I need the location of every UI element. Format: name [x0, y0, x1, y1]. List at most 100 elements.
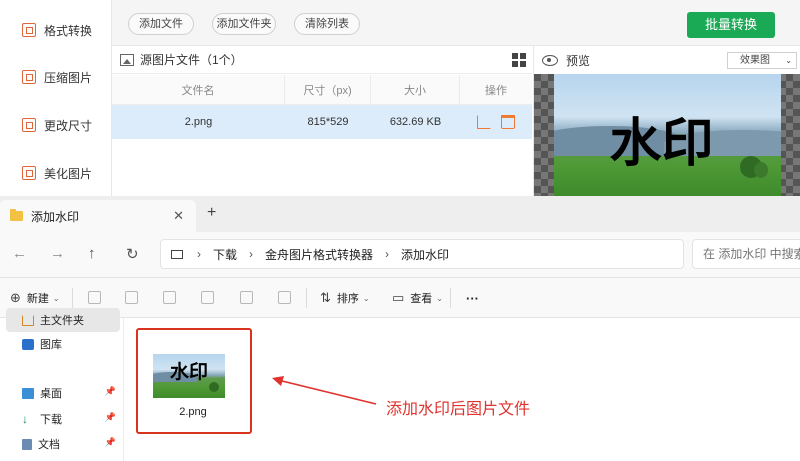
batch-convert-button[interactable]: 批量转换	[687, 12, 775, 38]
forward-arrow-icon[interactable]: →	[50, 245, 65, 262]
nav-item-label: 下载	[40, 414, 62, 426]
pin-icon[interactable]: 📌	[105, 386, 116, 397]
new-button[interactable]: ⊕ 新建 ⌄	[10, 290, 60, 306]
resize-icon	[22, 118, 36, 132]
eye-icon	[542, 54, 558, 66]
tab-title: 添加水印	[31, 209, 80, 224]
column-header-actions: 操作	[485, 84, 507, 97]
preview-mode-value: 效果图	[740, 55, 770, 66]
copy-icon[interactable]	[125, 291, 138, 304]
annotation-arrow	[272, 376, 377, 405]
breadcrumb-item[interactable]: 下载	[213, 246, 237, 263]
cut-icon[interactable]	[88, 291, 101, 304]
cell-dimensions: 815*529	[307, 116, 349, 128]
nav-item-gallery[interactable]: 图库	[6, 332, 120, 356]
preview-header: 预览 效果图 ⌄	[534, 46, 800, 74]
breadcrumb-item[interactable]: 添加水印	[401, 246, 449, 263]
grid-view-icon[interactable]	[512, 53, 526, 67]
address-bar-row: ← → ↑ ↻ › 下载 › 金舟图片格式转换器 › 添加水印 在 添加水印 中…	[0, 232, 800, 278]
chevron-down-icon: ⌄	[785, 56, 792, 65]
source-file-panel: 源图片文件（1个） 文件名 尺寸（px) 大小 操作 2.png 815*529…	[112, 46, 532, 196]
annotation-label: 添加水印后图片文件	[386, 401, 531, 418]
more-options-button[interactable]: ···	[466, 290, 479, 306]
sort-icon: ⇅	[320, 290, 331, 305]
plus-circle-icon: ⊕	[10, 290, 21, 305]
delete-icon[interactable]	[278, 291, 291, 304]
view-button-label: 查看	[410, 293, 433, 305]
image-converter-app: 格式转换 压缩图片 更改尺寸 美化图片 添加文件 添加文件夹 清除列表 批量转换…	[0, 0, 800, 196]
up-arrow-icon[interactable]: ↑	[88, 245, 96, 262]
sort-button-label: 排序	[336, 293, 359, 305]
trash-icon[interactable]	[501, 115, 515, 129]
preview-canvas: 水印	[534, 74, 800, 196]
nav-item-label: 主文件夹	[40, 315, 84, 327]
sidebar-item-beautify[interactable]: 美化图片	[0, 158, 112, 188]
file-explorer-window: 添加水印 ✕ + ← → ↑ ↻ › 下载 › 金舟图片格式转换器 › 添加水印…	[0, 196, 800, 461]
pin-icon[interactable]: 📌	[105, 412, 116, 423]
command-bar: ⊕ 新建 ⌄ ⇅ 排序 ⌄ ▭ 查看 ⌄ ···	[0, 278, 800, 318]
refresh-icon[interactable]: ↻	[126, 245, 139, 263]
add-folder-button[interactable]: 添加文件夹	[212, 13, 276, 35]
nav-item-label: 文档	[38, 439, 60, 451]
address-field[interactable]: › 下载 › 金舟图片格式转换器 › 添加水印	[160, 239, 684, 269]
rename-icon[interactable]	[201, 291, 214, 304]
chevron-right-icon: ›	[249, 247, 254, 261]
table-row[interactable]: 2.png 815*529 632.69 KB	[112, 105, 532, 139]
sidebar-item-resize[interactable]: 更改尺寸	[0, 110, 112, 140]
format-convert-icon	[22, 23, 36, 37]
file-item-highlight[interactable]: 水印 2.png	[136, 328, 252, 434]
view-icon: ▭	[392, 290, 405, 305]
view-button[interactable]: ▭ 查看 ⌄	[392, 290, 443, 306]
watermark-text: 水印	[609, 115, 714, 173]
sidebar-item-label: 美化图片	[44, 166, 93, 181]
breadcrumb-item[interactable]: 金舟图片格式转换器	[265, 246, 373, 263]
pin-icon[interactable]: 📌	[105, 437, 116, 448]
sidebar-item-compress[interactable]: 压缩图片	[0, 62, 112, 92]
clear-list-button[interactable]: 清除列表	[294, 13, 360, 35]
image-icon	[120, 53, 134, 66]
paste-icon[interactable]	[163, 291, 176, 304]
new-button-label: 新建	[26, 293, 49, 305]
open-external-icon[interactable]	[477, 115, 491, 129]
table-header: 文件名 尺寸（px) 大小 操作	[112, 75, 532, 105]
app-toolbar: 添加文件 添加文件夹 清除列表 批量转换	[112, 0, 800, 46]
add-file-button[interactable]: 添加文件	[128, 13, 194, 35]
preview-image: 水印	[554, 74, 781, 196]
column-header-size: 大小	[371, 75, 460, 104]
file-panel-header: 源图片文件（1个）	[112, 46, 532, 74]
preview-mode-select[interactable]: 效果图 ⌄	[727, 52, 797, 69]
chevron-down-icon: ⌄	[436, 293, 443, 303]
thumbnail-watermark: 水印	[169, 362, 208, 383]
nav-item-home[interactable]: 主文件夹	[6, 308, 120, 332]
sidebar-item-label: 格式转换	[44, 23, 93, 38]
download-icon: ↓	[22, 411, 28, 426]
chevron-right-icon: ›	[385, 247, 390, 261]
back-arrow-icon[interactable]: ←	[12, 245, 27, 262]
document-icon	[22, 438, 32, 450]
folder-icon	[10, 209, 23, 221]
nav-item-label: 图库	[40, 339, 62, 351]
sidebar-item-label: 更改尺寸	[44, 118, 93, 133]
nav-item-downloads[interactable]: ↓ 下载 📌	[6, 407, 120, 431]
computer-icon	[171, 249, 183, 259]
close-icon[interactable]: ✕	[173, 208, 184, 224]
preview-title: 预览	[566, 53, 591, 68]
sidebar-item-format-convert[interactable]: 格式转换	[0, 15, 112, 45]
beautify-icon	[22, 166, 36, 180]
tab-bar: 添加水印 ✕ +	[0, 196, 800, 232]
nav-item-label: 桌面	[40, 388, 62, 400]
compress-icon	[22, 70, 36, 84]
file-thumbnail: 水印	[153, 354, 225, 398]
search-input[interactable]: 在 添加水印 中搜索	[692, 239, 800, 269]
column-header-filename: 文件名	[112, 75, 285, 104]
file-name: 2.png	[179, 406, 207, 418]
nav-item-desktop[interactable]: 桌面 📌	[6, 381, 120, 405]
chevron-right-icon: ›	[197, 247, 201, 261]
nav-item-documents[interactable]: 文档 📌	[6, 432, 120, 456]
sidebar-item-label: 压缩图片	[44, 70, 93, 85]
sort-button[interactable]: ⇅ 排序 ⌄	[320, 290, 370, 306]
share-icon[interactable]	[240, 291, 253, 304]
new-tab-button[interactable]: +	[207, 204, 216, 222]
chevron-down-icon: ⌄	[362, 293, 370, 303]
tab-add-watermark[interactable]: 添加水印 ✕	[0, 200, 196, 232]
